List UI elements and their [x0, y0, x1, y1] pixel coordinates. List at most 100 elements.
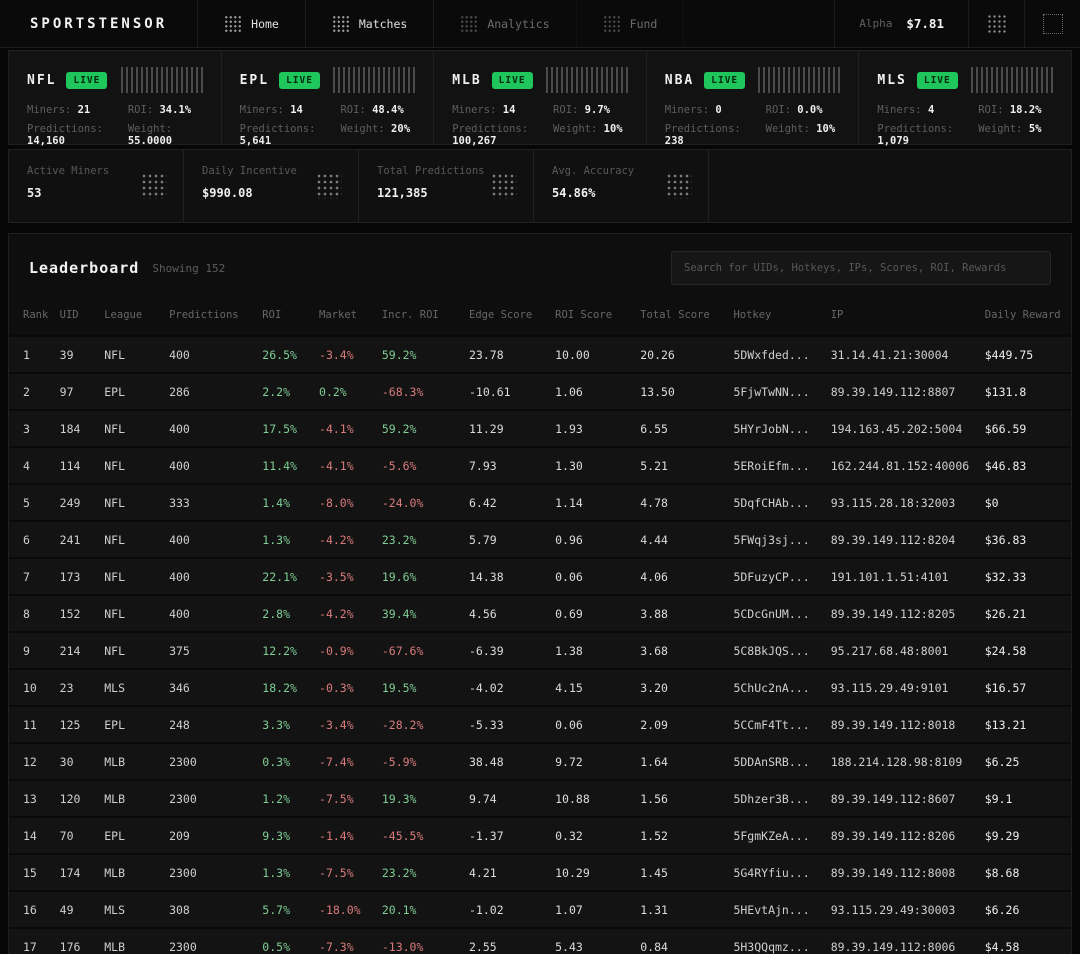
- cell-uid: 249: [59, 495, 81, 510]
- cell-roi-score: 4.15: [555, 680, 583, 695]
- cell-edge-score: -1.02: [469, 902, 504, 917]
- nav-item[interactable]: Matches: [306, 0, 435, 47]
- table-header-row: Rank UID League Predictions ROI Market I…: [9, 301, 1071, 336]
- col-daily-reward: Daily Reward: [984, 309, 1061, 321]
- cell-predictions: 400: [169, 569, 190, 584]
- cell-total-score: 20.26: [640, 347, 675, 362]
- live-badge: LIVE: [916, 71, 958, 89]
- cell-league: MLB: [104, 754, 126, 769]
- cell-hotkey[interactable]: 5CDcGnUM...: [733, 595, 830, 632]
- roi-value: 48.4%: [372, 104, 404, 116]
- cell-edge-score: 23.78: [469, 347, 504, 362]
- cell-market: -7.4%: [319, 754, 354, 769]
- cell-rank: 16: [23, 902, 37, 917]
- cell-roi: 22.1%: [262, 569, 297, 584]
- cell-roi: 18.2%: [262, 680, 297, 695]
- cell-hotkey[interactable]: 5DqfCHAb...: [733, 484, 830, 521]
- cell-market: -4.1%: [319, 458, 354, 473]
- cell-hotkey[interactable]: 5DDAnSRB...: [733, 743, 830, 780]
- cell-incr-roi: 19.6%: [381, 569, 417, 584]
- cell-league: NFL: [104, 347, 126, 362]
- cell-ip: 89.39.149.112:8006: [830, 940, 956, 954]
- nav-item[interactable]: Fund: [577, 0, 685, 47]
- cell-roi-score: 1.93: [555, 421, 583, 436]
- cell-hotkey[interactable]: 5C8BkJQS...: [733, 632, 830, 669]
- cell-rank: 13: [23, 791, 37, 806]
- cell-edge-score: 5.79: [469, 532, 497, 547]
- cell-hotkey[interactable]: 5DWxfded...: [733, 336, 830, 373]
- cell-hotkey[interactable]: 5ChUc2nA...: [733, 669, 830, 706]
- cell-rank: 14: [23, 828, 37, 843]
- cell-predictions: 400: [169, 421, 190, 436]
- cell-hotkey[interactable]: 5FjwTwNN...: [733, 373, 830, 410]
- cell-roi: 0.5%: [262, 940, 290, 954]
- cell-daily-reward: $449.75: [984, 347, 1034, 362]
- live-badge: LIVE: [704, 71, 746, 89]
- nav-item[interactable]: Analytics: [434, 0, 577, 47]
- cell-daily-reward: $36.83: [984, 532, 1027, 547]
- table-row: 7 173 NFL 400 22.1% -3.5% 19.6% 14.38 0.…: [9, 558, 1071, 595]
- cell-edge-score: 11.29: [469, 421, 504, 436]
- table-row: 15 174 MLB 2300 1.3% -7.5% 23.2% 4.21 10…: [9, 854, 1071, 891]
- cell-hotkey[interactable]: 5ERoiEfm...: [733, 447, 830, 484]
- cell-hotkey[interactable]: 5G4RYfiu...: [733, 854, 830, 891]
- cell-roi-score: 0.32: [555, 828, 583, 843]
- cell-market: -3.4%: [319, 717, 354, 732]
- cell-uid: 152: [59, 606, 81, 621]
- roi-value: 9.7%: [584, 104, 610, 116]
- cell-incr-roi: -28.2%: [381, 717, 424, 732]
- cell-market: -1.4%: [319, 828, 354, 843]
- frame-menu-button[interactable]: [1024, 0, 1080, 47]
- cell-incr-roi: -24.0%: [381, 495, 424, 510]
- cell-uid: 30: [59, 754, 74, 769]
- weight-value: 55.0000: [127, 135, 173, 147]
- stat-card: Active Miners 53: [9, 150, 184, 222]
- league-card: NFL LIVE Miners: 21 ROI: 34.1% Predictio…: [9, 51, 222, 147]
- cell-market: -4.1%: [319, 421, 354, 436]
- grid-menu-button[interactable]: [968, 0, 1024, 47]
- cell-total-score: 1.56: [640, 791, 668, 806]
- nav-item[interactable]: Home: [198, 0, 306, 47]
- cell-roi: 1.3%: [262, 865, 290, 880]
- table-row: 16 49 MLS 308 5.7% -18.0% 20.1% -1.02 1.…: [9, 891, 1071, 928]
- table-row: 1 39 NFL 400 26.5% -3.4% 59.2% 23.78 10.…: [9, 336, 1071, 373]
- cell-hotkey[interactable]: 5H3QQqmz...: [733, 928, 830, 954]
- predictions-value: 1,079: [877, 135, 909, 147]
- cell-hotkey[interactable]: 5Dhzer3B...: [733, 780, 830, 817]
- cell-edge-score: -5.33: [469, 717, 504, 732]
- cell-edge-score: 2.55: [469, 940, 497, 954]
- leaderboard-title: Leaderboard: [29, 259, 140, 277]
- search-input[interactable]: [671, 251, 1051, 285]
- cell-ip: 89.39.149.112:8206: [830, 828, 956, 843]
- cell-hotkey[interactable]: 5FgmKZeA...: [733, 817, 830, 854]
- col-roi: ROI: [262, 309, 282, 321]
- cell-roi: 17.5%: [262, 421, 297, 436]
- cell-uid: 114: [59, 458, 81, 473]
- cell-hotkey[interactable]: 5DFuzyCP...: [733, 558, 830, 595]
- table-row: 17 176 MLB 2300 0.5% -7.3% -13.0% 2.55 5…: [9, 928, 1071, 954]
- cell-uid: 125: [59, 717, 81, 732]
- cell-daily-reward: $0: [984, 495, 999, 510]
- cell-hotkey[interactable]: 5HEvtAjn...: [733, 891, 830, 928]
- cell-incr-roi: 19.5%: [381, 680, 417, 695]
- cell-predictions: 308: [169, 902, 190, 917]
- cell-hotkey[interactable]: 5FWqj3sj...: [733, 521, 830, 558]
- alpha-price-box: Alpha $7.81: [834, 0, 968, 47]
- leaderboard-table: Rank UID League Predictions ROI Market I…: [9, 301, 1071, 954]
- miners-value: 4: [927, 104, 935, 116]
- cell-market: -3.4%: [319, 347, 354, 362]
- cell-ip: 89.39.149.112:8607: [830, 791, 956, 806]
- league-weight-bar: [333, 67, 416, 93]
- cell-ip: 89.39.149.112:8018: [830, 717, 956, 732]
- league-cards-strip: NFL LIVE Miners: 21 ROI: 34.1% Predictio…: [8, 50, 1072, 147]
- cell-roi: 1.2%: [262, 791, 290, 806]
- col-rank: Rank: [23, 309, 49, 321]
- weight-label: Weight:: [127, 123, 173, 135]
- cell-hotkey[interactable]: 5HYrJobN...: [733, 410, 830, 447]
- brand-logo[interactable]: SPORTSTENSOR: [0, 0, 199, 47]
- cell-roi: 3.3%: [262, 717, 290, 732]
- cell-ip: 93.115.28.18:32003: [830, 495, 956, 510]
- cell-hotkey[interactable]: 5CCmF4Tt...: [733, 706, 830, 743]
- cell-roi-score: 1.30: [555, 458, 583, 473]
- cell-ip: 89.39.149.112:8204: [830, 532, 956, 547]
